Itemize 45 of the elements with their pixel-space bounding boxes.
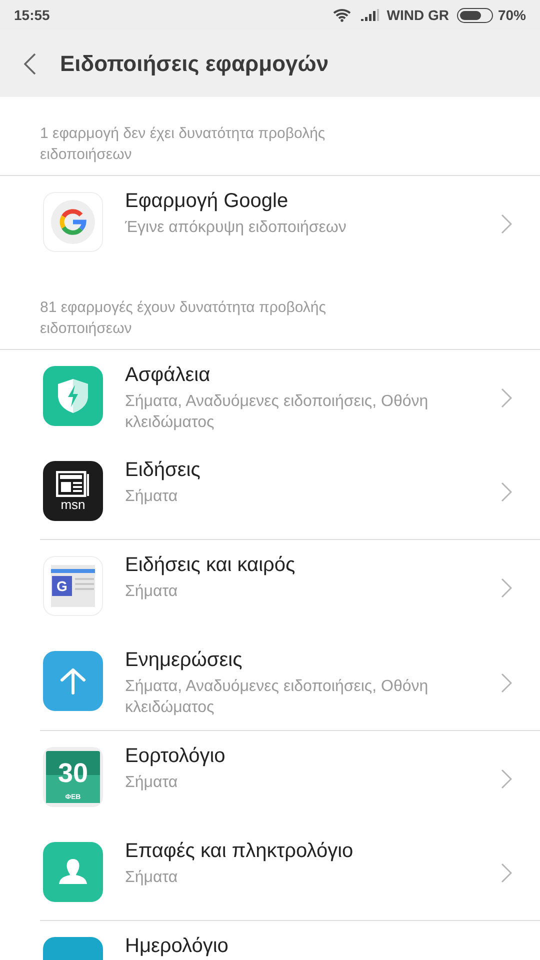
- back-button[interactable]: [24, 52, 38, 76]
- update-app-icon: [43, 651, 103, 711]
- wifi-icon: [332, 8, 351, 22]
- chevron-right-icon: [500, 388, 512, 408]
- section-heading: 1 εφαρμογή δεν έχει δυνατότητα προβολής ειδοποιήσεων: [40, 124, 326, 165]
- chevron-right-icon: [500, 672, 512, 692]
- app-row[interactable]: Ημερολόγιο: [40, 921, 540, 960]
- app-row[interactable]: Ασφάλεια Σήματα, Αναδυόμενες ειδοποιήσεις, Οθόνη κλειδώματος: [40, 350, 540, 445]
- chevron-right-icon: [500, 863, 512, 883]
- battery-percent: 70%: [498, 6, 526, 24]
- app-row[interactable]: G Ειδήσεις και καιρός Σήματα: [40, 540, 540, 635]
- app-name: Ενημερώσεις: [125, 648, 244, 673]
- app-notification-summary: Σήματα, Αναδυόμενες ειδοποιήσεις, Οθόνη κλειδώματος: [125, 677, 430, 718]
- signal-icon: [360, 9, 379, 21]
- chevron-right-icon: [500, 482, 512, 502]
- app-name: Εορτολόγιο: [125, 744, 226, 769]
- app-row[interactable]: Ενημερώσεις Σήματα, Αναδυόμενες ειδοποιήσεις, Οθόνη κλειδώματος: [40, 635, 540, 731]
- app-notification-summary: Σήματα: [125, 582, 179, 602]
- app-name: Ημερολόγιο: [125, 934, 230, 959]
- status-time: 15:55: [14, 6, 50, 24]
- newspaper-app-icon: msn: [43, 461, 103, 521]
- app-row[interactable]: msn Ειδήσεις Σήματα: [40, 445, 540, 540]
- section-heading: 81 εφαρμογές έχουν δυνατότητα προβολής ειδοποιήσεων: [40, 298, 327, 339]
- battery-icon: [456, 8, 493, 22]
- app-name: Εφαρμογή Google: [125, 189, 290, 214]
- news-app-icon: G: [43, 556, 103, 616]
- app-name: Ειδήσεις: [125, 458, 202, 483]
- app-row[interactable]: Επαφές και πληκτρολόγιο Σήματα: [40, 826, 540, 921]
- chevron-right-icon: [500, 578, 512, 598]
- app-notification-summary: Σήματα, Αναδυόμενες ειδοποιήσεις, Οθόνη κλειδώματος: [125, 392, 430, 433]
- app-row[interactable]: Εφαρμογή Google Έγινε απόκρυψη ειδοποιήσεων: [40, 176, 540, 271]
- app-notification-summary: Έγινε απόκρυψη ειδοποιήσεων: [125, 218, 348, 238]
- shield-app-icon: [43, 366, 103, 426]
- app-name: Ασφάλεια: [125, 363, 212, 388]
- app-name: Ειδήσεις και καιρός: [125, 553, 296, 578]
- app-notification-summary: Σήματα: [125, 868, 179, 888]
- app-name: Επαφές και πληκτρολόγιο: [125, 839, 354, 864]
- chevron-right-icon: [500, 768, 512, 788]
- app-notification-summary: Σήματα: [125, 773, 179, 793]
- app-notification-summary: Σήματα: [125, 487, 179, 507]
- google-app-icon: [43, 192, 103, 252]
- chevron-right-icon: [500, 214, 512, 234]
- carrier-name: WIND GR: [386, 6, 449, 24]
- page-title: Ειδοποιήσεις εφαρμογών: [60, 50, 329, 78]
- contact-app-icon: [43, 842, 103, 902]
